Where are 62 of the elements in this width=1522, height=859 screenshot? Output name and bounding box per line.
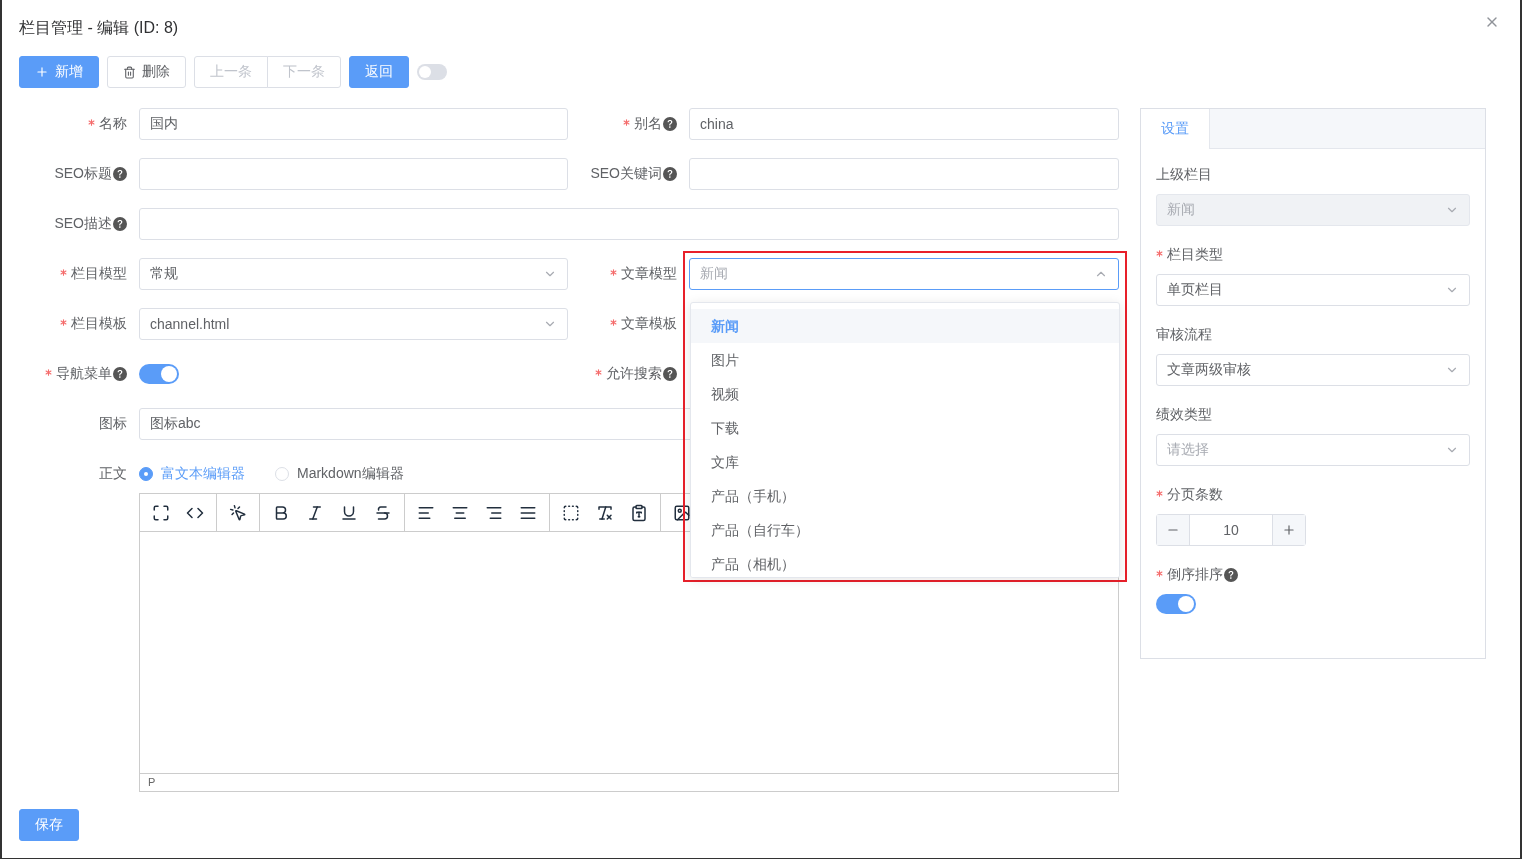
- plus-icon: [35, 65, 49, 79]
- required-asterisk-icon: [610, 318, 617, 326]
- toggle-switch[interactable]: [1156, 594, 1196, 614]
- help-icon[interactable]: [113, 167, 127, 181]
- required-asterisk-icon: [60, 268, 67, 276]
- field-label: 栏目类型: [1167, 246, 1223, 264]
- field-label: 上级栏目: [1156, 166, 1212, 184]
- text-field[interactable]: 国内: [139, 108, 568, 140]
- field-label: 分页条数: [1167, 486, 1223, 504]
- help-icon[interactable]: [663, 167, 677, 181]
- text-field[interactable]: [139, 158, 568, 190]
- field-label: SEO标题: [54, 165, 112, 183]
- field-label: 导航菜单: [56, 365, 112, 383]
- dropdown-option[interactable]: 文库: [691, 445, 1119, 479]
- text-field[interactable]: [139, 208, 1119, 240]
- required-asterisk-icon: [610, 268, 617, 276]
- dropdown-option[interactable]: 视频: [691, 377, 1119, 411]
- field-label: 绩效类型: [1156, 406, 1212, 424]
- field-label: 文章模型: [621, 265, 677, 283]
- dropdown-option[interactable]: 产品（自行车）: [691, 513, 1119, 547]
- dropdown-option[interactable]: 下载: [691, 411, 1119, 445]
- field-label: 栏目模型: [71, 265, 127, 283]
- radio-option[interactable]: Markdown编辑器: [275, 465, 404, 483]
- toggle-switch[interactable]: [139, 364, 179, 384]
- required-asterisk-icon: [1156, 249, 1163, 257]
- field-label: 栏目模板: [71, 315, 127, 333]
- field-label: 允许搜索: [606, 365, 662, 383]
- select-field[interactable]: 常规: [139, 258, 568, 290]
- field-label: 文章模板: [621, 315, 677, 333]
- dropdown-option[interactable]: 产品（相机）: [691, 547, 1119, 577]
- help-icon[interactable]: [1224, 568, 1238, 582]
- required-asterisk-icon: [60, 318, 67, 326]
- dropdown-option[interactable]: 产品（手机）: [691, 479, 1119, 513]
- field-label: SEO关键词: [590, 165, 662, 183]
- required-asterisk-icon: [45, 368, 52, 376]
- select-field[interactable]: 单页栏目: [1156, 274, 1470, 306]
- field-label: 名称: [99, 115, 127, 133]
- field-label: 别名: [634, 115, 662, 133]
- select-field[interactable]: 文章两级审核: [1156, 354, 1470, 386]
- required-asterisk-icon: [1156, 569, 1163, 577]
- field-label: 倒序排序: [1167, 566, 1223, 584]
- field-label: 审核流程: [1156, 326, 1212, 344]
- help-icon[interactable]: [663, 367, 677, 381]
- dropdown-option[interactable]: 图片: [691, 343, 1119, 377]
- required-asterisk-icon: [623, 118, 630, 126]
- trash-icon: [123, 65, 136, 79]
- required-asterisk-icon: [1156, 489, 1163, 497]
- field-label: 图标: [99, 415, 127, 433]
- help-icon[interactable]: [113, 217, 127, 231]
- help-icon[interactable]: [663, 117, 677, 131]
- dialog-title: 栏目管理 - 编辑 (ID: 8): [19, 18, 179, 38]
- text-field[interactable]: china: [689, 108, 1119, 140]
- text-field[interactable]: [689, 158, 1119, 190]
- toggle-switch[interactable]: [417, 64, 447, 80]
- required-asterisk-icon: [595, 368, 602, 376]
- field-label: 正文: [99, 465, 127, 483]
- select-field[interactable]: channel.html: [139, 308, 568, 340]
- required-asterisk-icon: [88, 118, 95, 126]
- field-label: SEO描述: [54, 215, 112, 233]
- help-icon[interactable]: [113, 367, 127, 381]
- delete-button[interactable]: 删除: [107, 56, 186, 88]
- element-path: P: [148, 776, 156, 788]
